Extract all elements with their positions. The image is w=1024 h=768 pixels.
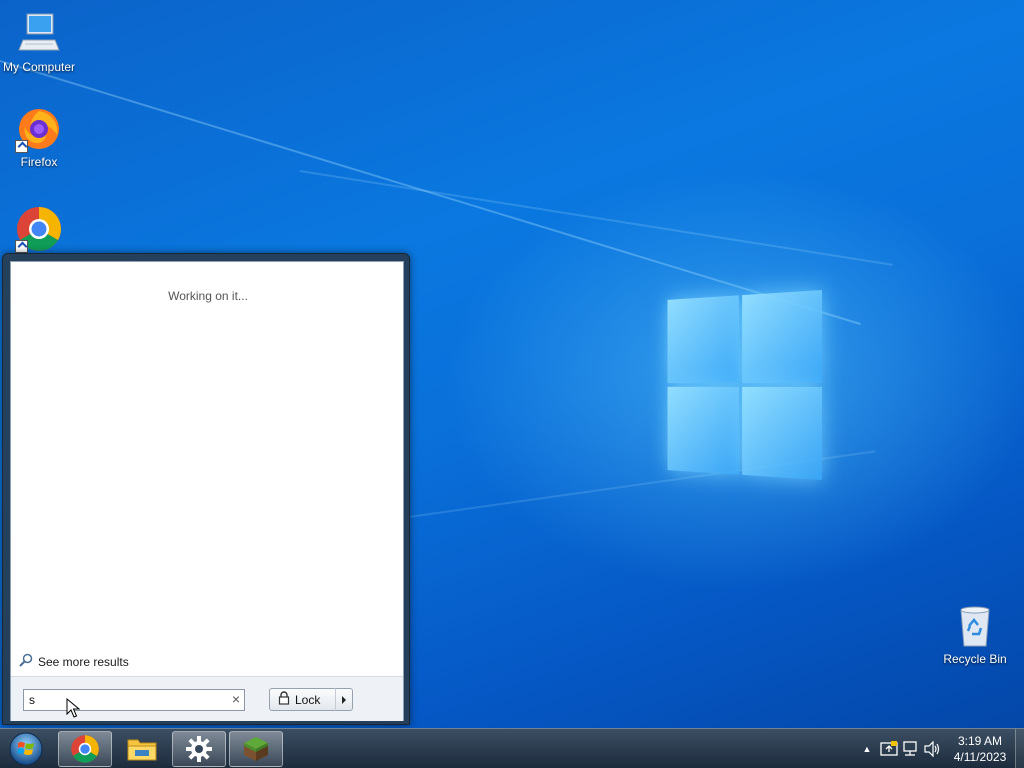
firefox-icon [15, 105, 63, 153]
desktop-icon-chrome[interactable] [1, 205, 77, 255]
clock-date: 4/11/2023 [953, 750, 1007, 764]
search-icon [19, 653, 33, 670]
lock-button-label: Lock [295, 692, 321, 707]
chrome-icon [71, 735, 99, 763]
windows-orb-icon [9, 732, 43, 766]
taskbar-button-chrome[interactable] [58, 731, 112, 767]
system-tray: ▲ 3:19 AM 4/11/2023 [856, 729, 1010, 768]
desktop-icon-label: My Computer [2, 60, 76, 74]
lock-icon [278, 691, 290, 708]
show-hidden-icons-button[interactable]: ▲ [856, 738, 878, 760]
see-more-results-label: See more results [38, 654, 129, 669]
search-status-text: Working on it... [168, 289, 248, 303]
lock-button[interactable]: Lock [269, 688, 337, 711]
light-beam [299, 170, 893, 266]
action-center-icon[interactable] [878, 738, 900, 760]
taskbar: ▲ 3:19 AM 4/11/2023 [0, 728, 1024, 768]
chevron-right-icon [342, 695, 346, 704]
show-desktop-button[interactable] [1015, 729, 1024, 768]
clear-search-button[interactable]: × [229, 692, 243, 706]
start-menu: Working on it... See more results × [2, 253, 410, 725]
power-options-arrow-button[interactable] [335, 688, 353, 711]
desktop-icon-recycle-bin[interactable]: Recycle Bin [937, 602, 1013, 666]
windows-logo-graphic [667, 290, 822, 480]
desktop-icon-label: Recycle Bin [943, 652, 1007, 666]
taskbar-button-file-explorer[interactable] [115, 731, 169, 767]
see-more-results-link[interactable]: See more results [19, 653, 129, 670]
folder-icon [127, 739, 157, 761]
recycle-bin-icon [951, 602, 999, 650]
start-button[interactable] [6, 731, 46, 767]
grass-block-icon [244, 737, 268, 761]
network-icon[interactable] [900, 738, 922, 760]
desktop-icon-label: Firefox [20, 155, 58, 169]
shortcut-arrow-icon [15, 240, 28, 253]
chrome-icon [15, 205, 63, 253]
desktop-icon-my-computer[interactable]: My Computer [1, 10, 77, 74]
mouse-cursor-icon [66, 697, 81, 721]
desktop-icon-firefox[interactable]: Firefox [1, 105, 77, 169]
shortcut-arrow-icon [15, 140, 28, 153]
taskbar-button-settings[interactable] [172, 731, 226, 767]
taskbar-clock[interactable]: 3:19 AM 4/11/2023 [950, 733, 1010, 765]
gear-icon [186, 736, 212, 762]
computer-icon [15, 10, 63, 58]
start-search-input[interactable] [23, 689, 245, 711]
chevron-up-icon: ▲ [862, 744, 872, 754]
taskbar-button-minecraft[interactable] [229, 731, 283, 767]
clock-time: 3:19 AM [957, 734, 1003, 748]
volume-icon[interactable] [922, 738, 944, 760]
search-results-pane: Working on it... See more results × [10, 261, 404, 721]
